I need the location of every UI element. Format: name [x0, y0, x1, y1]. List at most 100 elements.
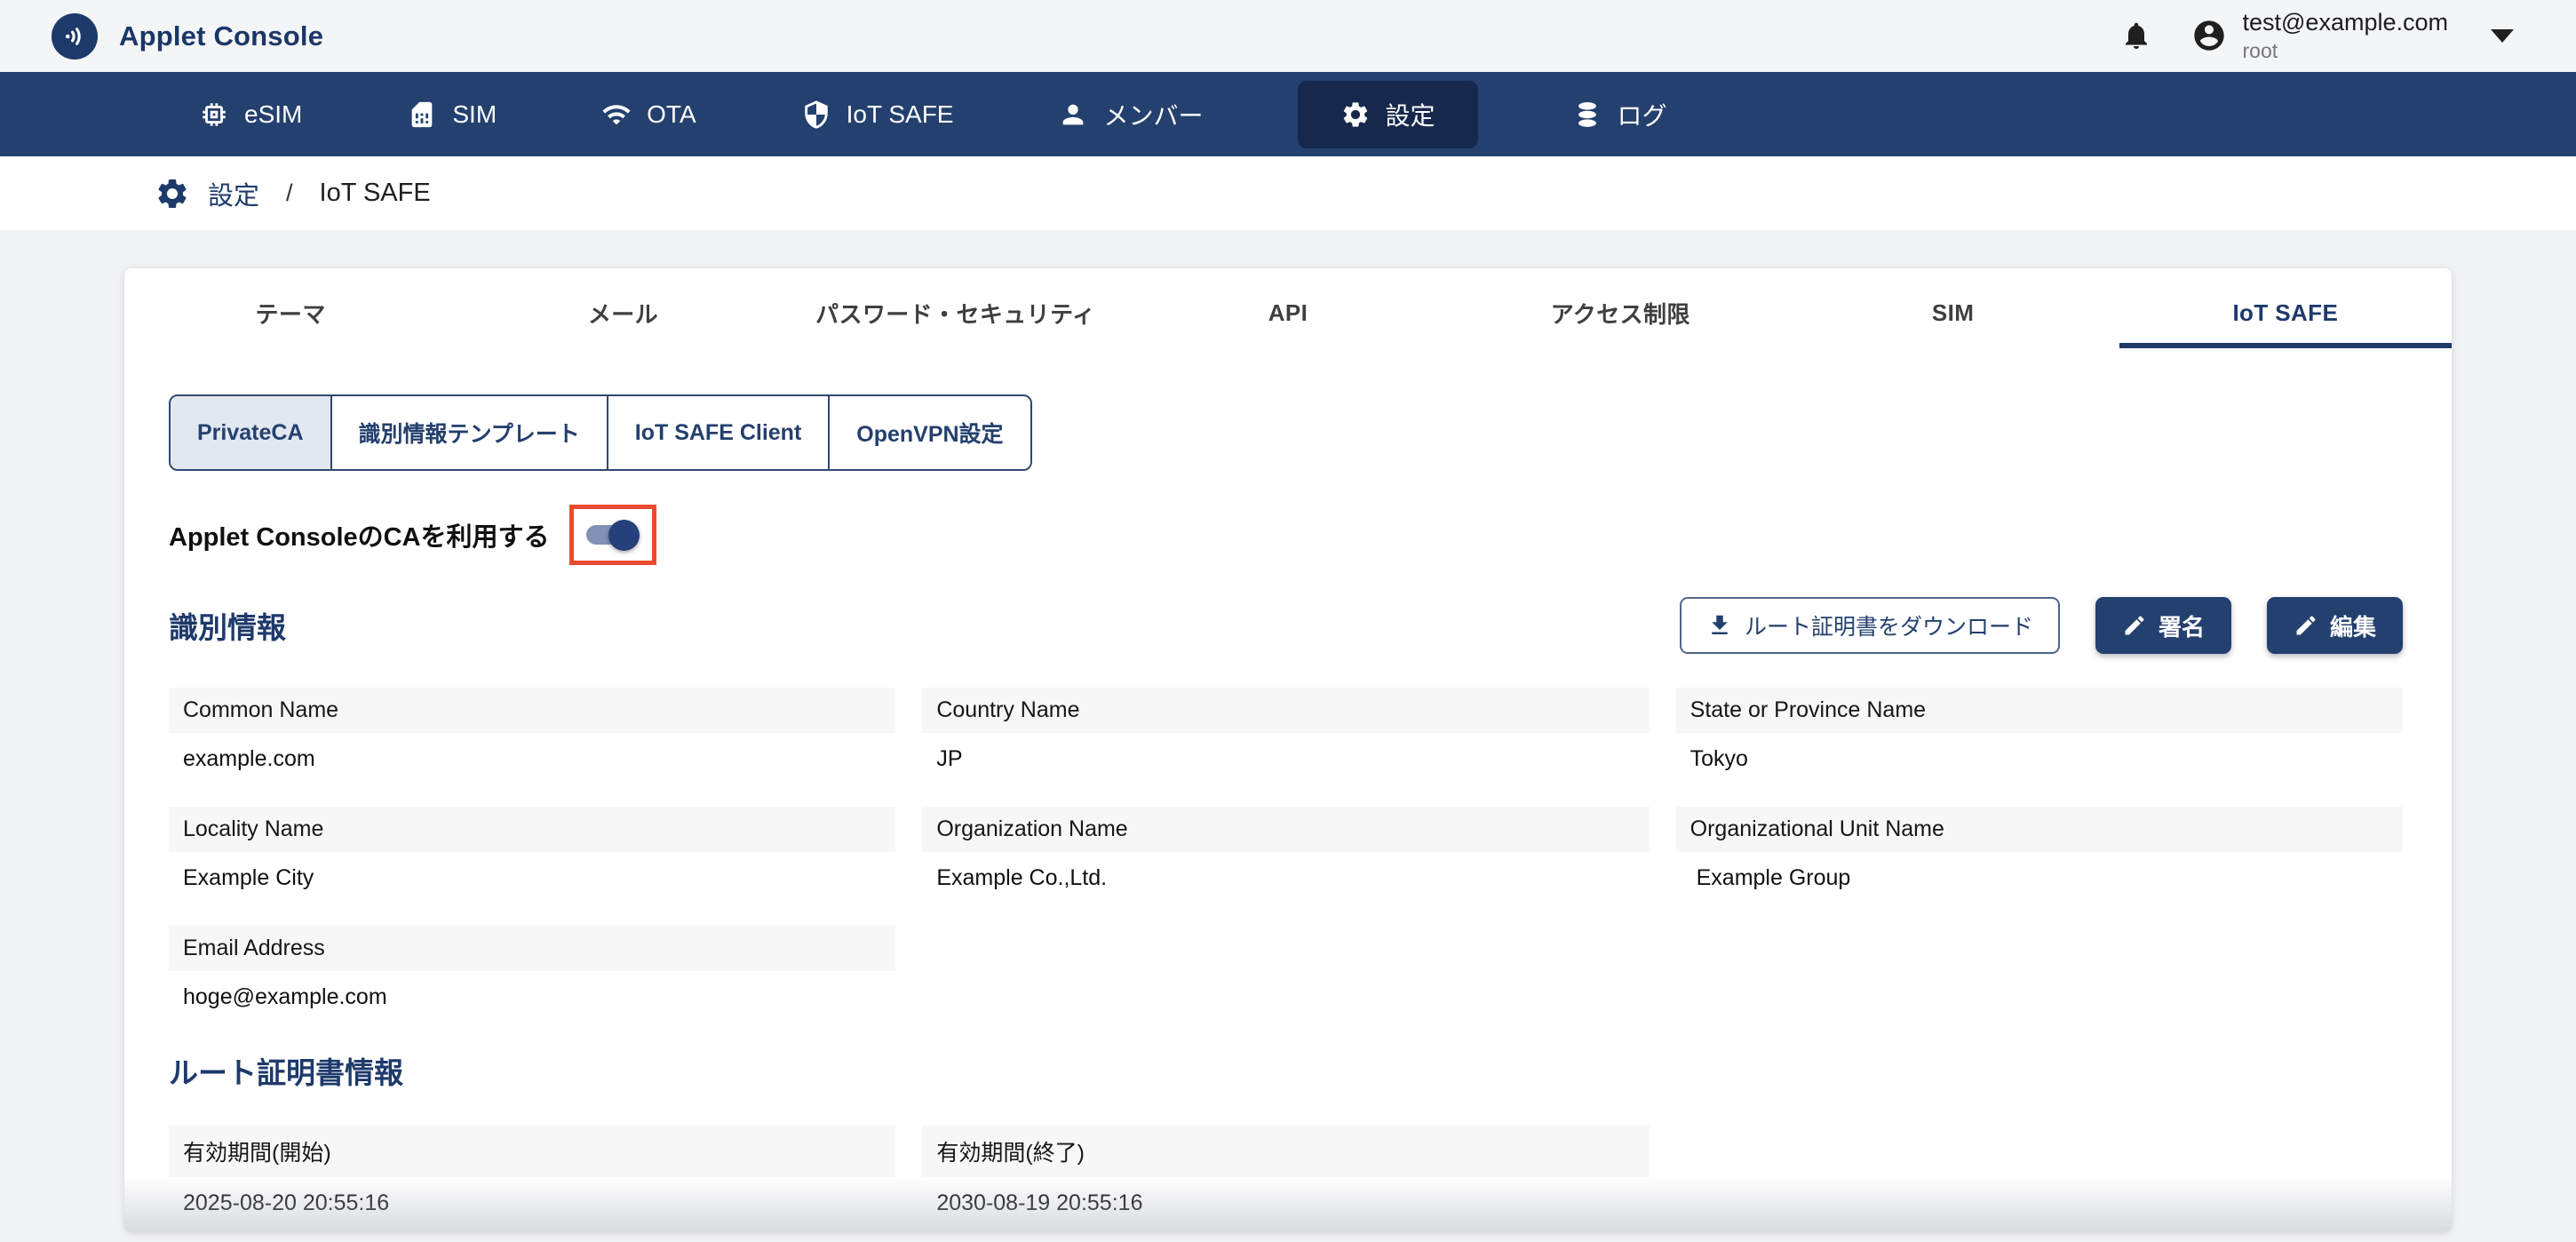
- nav-item-logs[interactable]: ログ: [1562, 81, 1678, 148]
- identification-actions: ルート証明書をダウンロード 署名 編集: [1680, 597, 2403, 654]
- brand[interactable]: Applet Console: [52, 13, 323, 60]
- nav-label: メンバー: [1103, 97, 1203, 132]
- identification-section-header: 識別情報 ルート証明書をダウンロード 署名 編集: [169, 597, 2403, 654]
- settings-card: テーマ メール パスワード・セキュリティ API アクセス制限 SIM IoT …: [124, 268, 2452, 1231]
- nav-item-sim[interactable]: SIM: [396, 81, 507, 148]
- tab-iot-safe[interactable]: IoT SAFE: [2119, 283, 2452, 348]
- tab-access-restriction[interactable]: アクセス制限: [1454, 283, 1786, 348]
- settings-tabs: テーマ メール パスワード・セキュリティ API アクセス制限 SIM IoT …: [124, 268, 2452, 348]
- breadcrumb-settings-link[interactable]: 設定: [208, 175, 259, 212]
- edit-button-label: 編集: [2330, 609, 2376, 642]
- field-value: Example City: [169, 852, 895, 891]
- signal-logo-icon: [52, 13, 98, 60]
- field-value: hoge@example.com: [169, 971, 895, 1010]
- nav-item-ota[interactable]: OTA: [591, 81, 706, 148]
- edit-button[interactable]: 編集: [2267, 597, 2403, 654]
- nav-item-iot-safe[interactable]: IoT SAFE: [791, 81, 965, 148]
- field-value: example.com: [169, 733, 895, 772]
- gear-icon: [155, 176, 190, 211]
- field-state-province: State or Province Name Tokyo: [1676, 688, 2403, 772]
- pencil-icon: [2294, 613, 2318, 638]
- sign-button[interactable]: 署名: [2095, 597, 2231, 654]
- wifi-icon: [601, 100, 632, 130]
- database-icon: [1572, 100, 1602, 130]
- field-common-name: Common Name example.com: [169, 688, 895, 772]
- chevron-down-icon[interactable]: [2491, 29, 2514, 43]
- ca-toggle-label: Applet ConsoleのCAを利用する: [169, 516, 550, 553]
- tab-theme[interactable]: テーマ: [124, 283, 457, 348]
- person-icon: [1058, 100, 1088, 130]
- account-circle-icon: [2191, 18, 2227, 53]
- identification-fields: Common Name example.com Country Name JP …: [169, 688, 2403, 1010]
- ca-toggle-switch[interactable]: [584, 517, 641, 553]
- breadcrumb-current: IoT SAFE: [320, 179, 431, 208]
- brand-title: Applet Console: [119, 20, 323, 52]
- user-email: test@example.com: [2243, 9, 2449, 36]
- field-value: 2025-08-20 20:55:16: [169, 1177, 895, 1216]
- content-area: テーマ メール パスワード・セキュリティ API アクセス制限 SIM IoT …: [0, 230, 2576, 1231]
- highlight-box: [569, 505, 656, 565]
- toggle-knob: [608, 520, 640, 551]
- nav-label: SIM: [452, 100, 497, 129]
- app-root: Applet Console test@example.com root eSI…: [0, 0, 2576, 1242]
- nav-item-members[interactable]: メンバー: [1047, 81, 1213, 148]
- topbar-right: test@example.com root: [2120, 9, 2515, 62]
- ca-toggle-row: Applet ConsoleのCAを利用する: [169, 505, 2452, 565]
- field-label: 有効期間(開始): [169, 1126, 895, 1177]
- nav-label: 設定: [1386, 97, 1435, 132]
- field-country-name: Country Name JP: [922, 688, 1649, 772]
- download-root-cert-button[interactable]: ルート証明書をダウンロード: [1680, 597, 2060, 654]
- field-label: Organization Name: [922, 807, 1649, 852]
- main-nav: eSIM SIM OTA IoT SAFE メンバー 設定: [0, 72, 2576, 156]
- chip-icon: [199, 100, 229, 130]
- field-label: Organizational Unit Name: [1676, 807, 2403, 852]
- identification-title: 識別情報: [169, 604, 286, 647]
- nav-label: eSIM: [244, 100, 302, 129]
- field-valid-until: 有効期間(終了) 2030-08-19 20:55:16: [922, 1126, 1649, 1216]
- nav-label: ログ: [1618, 97, 1667, 132]
- field-organizational-unit: Organizational Unit Name Example Group: [1676, 807, 2403, 891]
- breadcrumb-separator: /: [286, 179, 293, 207]
- tab-mail[interactable]: メール: [457, 283, 789, 348]
- download-root-cert-label: ルート証明書をダウンロード: [1745, 609, 2033, 641]
- bell-icon[interactable]: [2120, 20, 2152, 52]
- field-label: Common Name: [169, 688, 895, 733]
- field-value: Example Co.,Ltd.: [922, 852, 1649, 891]
- shield-icon: [801, 100, 831, 130]
- tab-sim[interactable]: SIM: [1786, 283, 2119, 348]
- breadcrumb: 設定 / IoT SAFE: [0, 156, 2576, 230]
- nav-label: OTA: [647, 100, 696, 129]
- subtab-private-ca[interactable]: PrivateCA: [171, 396, 330, 469]
- field-value: 2030-08-19 20:55:16: [922, 1177, 1649, 1216]
- subtab-iot-safe-client[interactable]: IoT SAFE Client: [607, 396, 829, 469]
- field-label: Country Name: [922, 688, 1649, 733]
- field-email-address: Email Address hoge@example.com: [169, 926, 895, 1010]
- nav-item-esim[interactable]: eSIM: [188, 81, 313, 148]
- sign-button-label: 署名: [2159, 609, 2205, 642]
- field-value: Example Group: [1676, 852, 2403, 891]
- field-label: 有効期間(終了): [922, 1126, 1649, 1177]
- user-role: root: [2243, 39, 2449, 62]
- iot-safe-subtabs: PrivateCA 識別情報テンプレート IoT SAFE Client Ope…: [169, 394, 1032, 471]
- user-info: test@example.com root: [2243, 9, 2449, 62]
- pencil-icon: [2122, 613, 2147, 638]
- root-certificate-title: ルート証明書情報: [169, 1049, 2452, 1092]
- field-label: State or Province Name: [1676, 688, 2403, 733]
- tab-password-security[interactable]: パスワード・セキュリティ: [790, 283, 1122, 348]
- tab-api[interactable]: API: [1122, 283, 1454, 348]
- top-header: Applet Console test@example.com root: [0, 0, 2576, 72]
- nav-item-settings[interactable]: 設定: [1298, 81, 1478, 148]
- field-label: Locality Name: [169, 807, 895, 852]
- field-locality: Locality Name Example City: [169, 807, 895, 891]
- root-certificate-fields: 有効期間(開始) 2025-08-20 20:55:16 有効期間(終了) 20…: [169, 1126, 2403, 1216]
- subtab-openvpn-settings[interactable]: OpenVPN設定: [828, 396, 1030, 469]
- user-menu[interactable]: test@example.com root: [2191, 9, 2515, 62]
- field-value: JP: [922, 733, 1649, 772]
- subtab-id-template[interactable]: 識別情報テンプレート: [330, 396, 607, 469]
- nav-label: IoT SAFE: [847, 100, 954, 129]
- field-label: Email Address: [169, 926, 895, 971]
- sim-card-icon: [407, 100, 437, 130]
- field-value: Tokyo: [1676, 733, 2403, 772]
- field-valid-from: 有効期間(開始) 2025-08-20 20:55:16: [169, 1126, 895, 1216]
- field-organization: Organization Name Example Co.,Ltd.: [922, 807, 1649, 891]
